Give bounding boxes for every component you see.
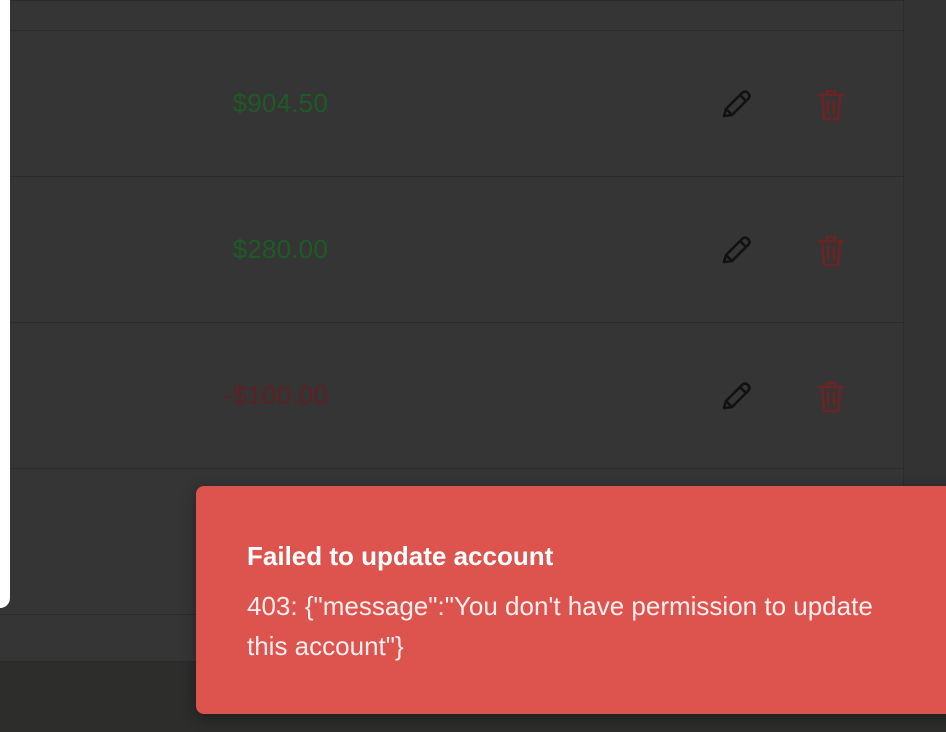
modal-dialog-edge — [0, 0, 10, 608]
toast-message: 403: {"message":"You don't have permissi… — [247, 591, 873, 661]
table-row: -$100.00 — [0, 322, 904, 468]
pencil-icon[interactable] — [719, 233, 753, 267]
amount-cell: -$100.00 — [223, 380, 328, 410]
table-row: $904.50 — [0, 30, 904, 176]
trash-icon[interactable] — [816, 88, 846, 122]
table-row: $280.00 — [0, 176, 904, 322]
amount-cell: $280.00 — [232, 234, 328, 264]
table-header-row — [0, 0, 904, 30]
trash-icon[interactable] — [816, 380, 846, 414]
pencil-icon[interactable] — [719, 87, 753, 121]
toast-title: Failed to update account — [247, 541, 554, 571]
pencil-icon[interactable] — [719, 379, 753, 413]
app-viewport: $904.50 $280.00 -$100.00 Failed to updat… — [0, 0, 946, 732]
error-toast[interactable]: Failed to update account 403: {"message"… — [196, 486, 946, 714]
trash-icon[interactable] — [816, 234, 846, 268]
amount-cell: $904.50 — [232, 88, 328, 118]
